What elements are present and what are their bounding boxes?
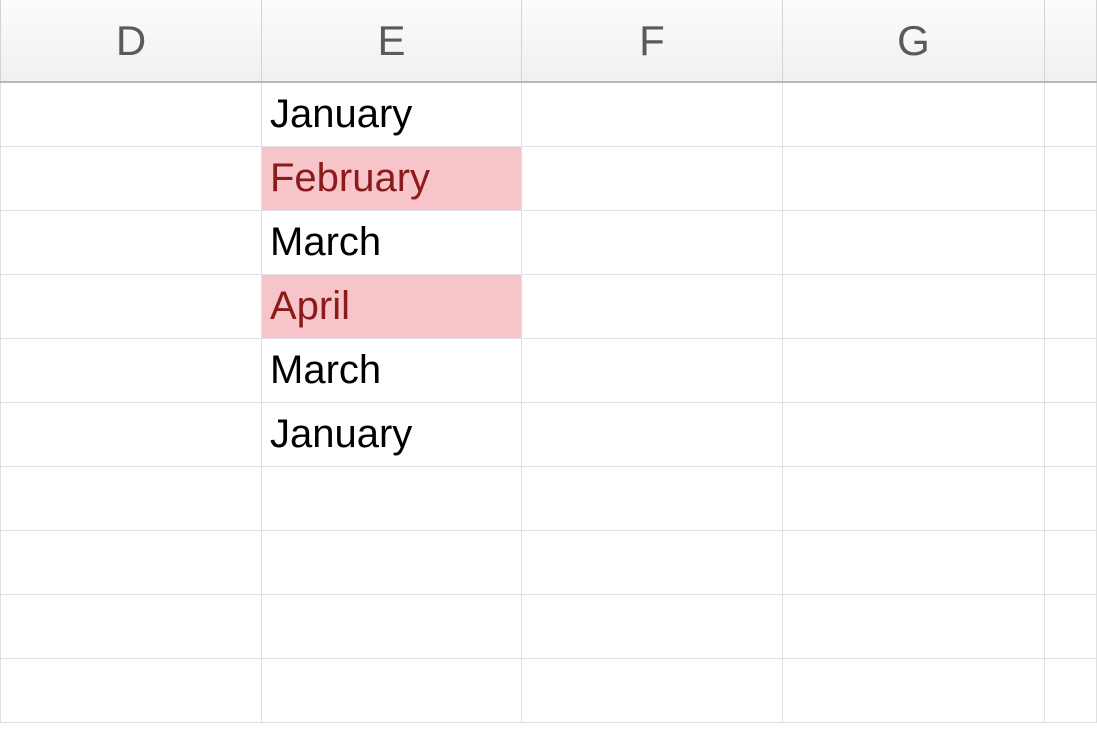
cell-E10[interactable] [262, 659, 522, 722]
cell-D1[interactable] [0, 83, 262, 146]
cell-E3[interactable]: March [262, 211, 522, 274]
table-row: January [0, 83, 1097, 147]
cell-partial-1[interactable] [1045, 83, 1097, 146]
cell-F1[interactable] [522, 83, 783, 146]
cell-partial-3[interactable] [1045, 211, 1097, 274]
cell-F7[interactable] [522, 467, 783, 530]
cell-F10[interactable] [522, 659, 783, 722]
cell-G2[interactable] [783, 147, 1045, 210]
cell-partial-4[interactable] [1045, 275, 1097, 338]
column-header-D[interactable]: D [0, 0, 262, 81]
cell-partial-7[interactable] [1045, 467, 1097, 530]
cell-E2[interactable]: February [262, 147, 522, 210]
table-row: February [0, 147, 1097, 211]
spreadsheet-grid: D E F G JanuaryFebruaryMarchAprilMarchJa… [0, 0, 1097, 731]
cell-E1[interactable]: January [262, 83, 522, 146]
table-row [0, 595, 1097, 659]
cell-G7[interactable] [783, 467, 1045, 530]
cell-D7[interactable] [0, 467, 262, 530]
cell-E7[interactable] [262, 467, 522, 530]
column-header-partial[interactable] [1045, 0, 1097, 81]
table-row: January [0, 403, 1097, 467]
cell-F3[interactable] [522, 211, 783, 274]
cell-D10[interactable] [0, 659, 262, 722]
cell-D8[interactable] [0, 531, 262, 594]
cell-F5[interactable] [522, 339, 783, 402]
cell-E6[interactable]: January [262, 403, 522, 466]
cell-G10[interactable] [783, 659, 1045, 722]
cell-D5[interactable] [0, 339, 262, 402]
cell-partial-9[interactable] [1045, 595, 1097, 658]
cell-E9[interactable] [262, 595, 522, 658]
cell-partial-8[interactable] [1045, 531, 1097, 594]
table-row: March [0, 211, 1097, 275]
table-row [0, 531, 1097, 595]
cell-D2[interactable] [0, 147, 262, 210]
cell-partial-10[interactable] [1045, 659, 1097, 722]
column-header-E[interactable]: E [262, 0, 522, 81]
cell-G4[interactable] [783, 275, 1045, 338]
cell-G6[interactable] [783, 403, 1045, 466]
cell-G9[interactable] [783, 595, 1045, 658]
column-header-G[interactable]: G [783, 0, 1045, 81]
table-row: March [0, 339, 1097, 403]
cell-partial-5[interactable] [1045, 339, 1097, 402]
column-header-row: D E F G [0, 0, 1097, 83]
table-row [0, 659, 1097, 723]
cell-D9[interactable] [0, 595, 262, 658]
cell-E8[interactable] [262, 531, 522, 594]
cell-E4[interactable]: April [262, 275, 522, 338]
cell-G8[interactable] [783, 531, 1045, 594]
cell-G3[interactable] [783, 211, 1045, 274]
data-area: JanuaryFebruaryMarchAprilMarchJanuary [0, 83, 1097, 723]
table-row: April [0, 275, 1097, 339]
cell-E5[interactable]: March [262, 339, 522, 402]
table-row [0, 467, 1097, 531]
cell-F2[interactable] [522, 147, 783, 210]
cell-G5[interactable] [783, 339, 1045, 402]
cell-partial-6[interactable] [1045, 403, 1097, 466]
cell-D6[interactable] [0, 403, 262, 466]
cell-F9[interactable] [522, 595, 783, 658]
cell-D3[interactable] [0, 211, 262, 274]
cell-D4[interactable] [0, 275, 262, 338]
cell-F6[interactable] [522, 403, 783, 466]
column-header-F[interactable]: F [522, 0, 783, 81]
cell-F4[interactable] [522, 275, 783, 338]
cell-partial-2[interactable] [1045, 147, 1097, 210]
cell-F8[interactable] [522, 531, 783, 594]
cell-G1[interactable] [783, 83, 1045, 146]
